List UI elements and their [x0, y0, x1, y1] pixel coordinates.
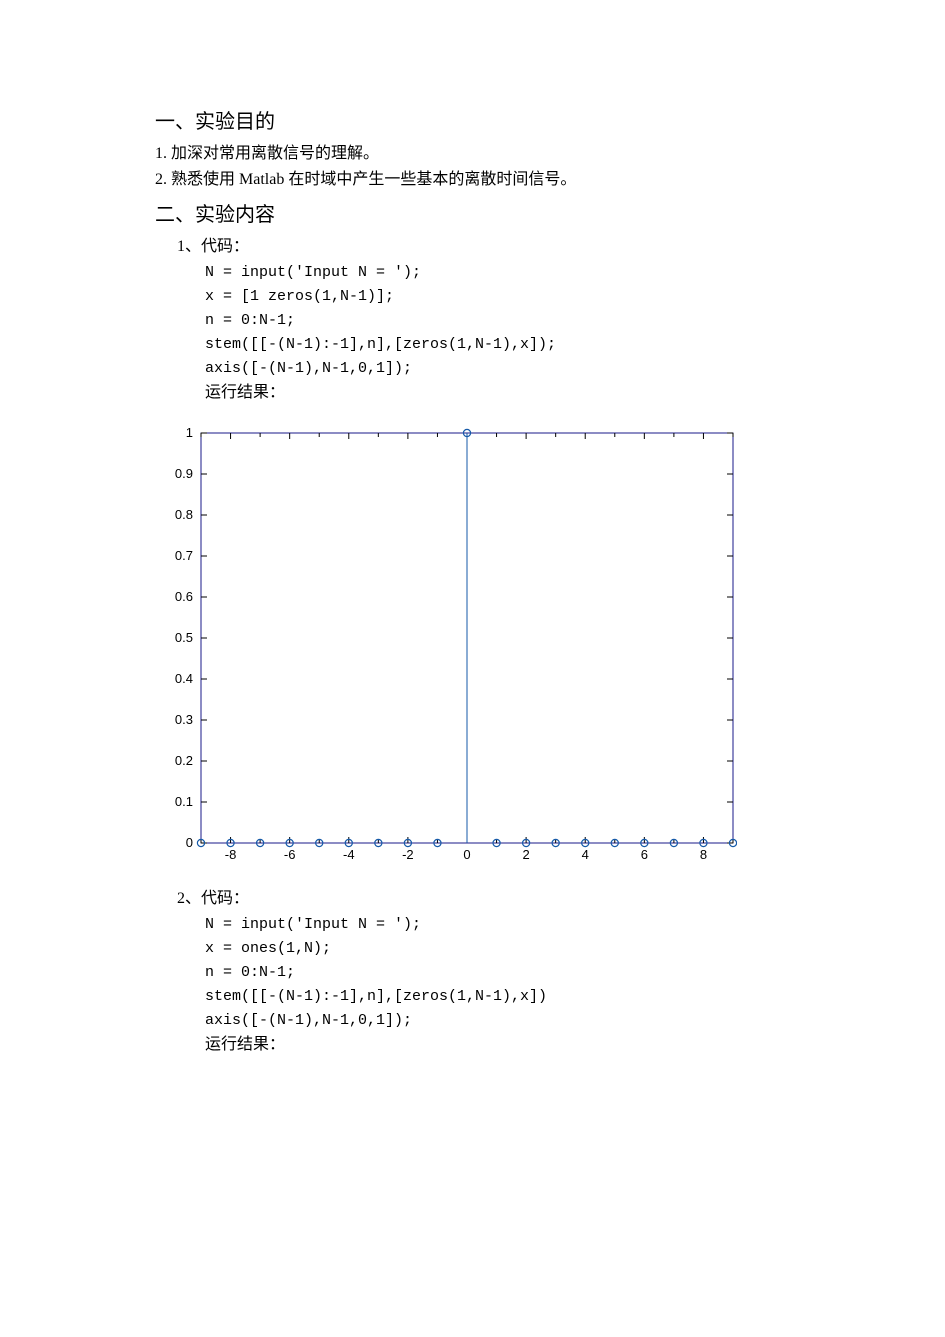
- block1-code-line-2: x = [1 zeros(1,N-1)];: [205, 285, 825, 309]
- stem-chart: 0 0.1 0.2 0.3 0.4 0.5 0.6 0.7 0.8 0.9 1 -8 -6 -4 -2 0 2 4…: [155, 425, 825, 865]
- block1-code-line-3: n = 0:N-1;: [205, 309, 825, 333]
- svg-text:-8: -8: [225, 847, 237, 862]
- svg-text:2: 2: [522, 847, 529, 862]
- block1-code-line-1: N = input('Input N = ');: [205, 261, 825, 285]
- block2-code-line-3: n = 0:N-1;: [205, 961, 825, 985]
- block1-run-label: 运行结果：: [205, 381, 825, 405]
- block2-code-line-1: N = input('Input N = ');: [205, 913, 825, 937]
- svg-text:0.4: 0.4: [175, 671, 193, 686]
- svg-text:0.3: 0.3: [175, 712, 193, 727]
- svg-text:-4: -4: [343, 847, 355, 862]
- svg-text:-6: -6: [284, 847, 296, 862]
- svg-text:0.5: 0.5: [175, 630, 193, 645]
- block1-head: 1、代码：: [177, 235, 825, 259]
- svg-text:8: 8: [700, 847, 707, 862]
- svg-text:4: 4: [582, 847, 589, 862]
- block1-code-line-5: axis([-(N-1),N-1,0,1]);: [205, 357, 825, 381]
- svg-text:6: 6: [641, 847, 648, 862]
- section1-heading: 一、实验目的: [155, 105, 825, 134]
- block2-code-line-5: axis([-(N-1),N-1,0,1]);: [205, 1009, 825, 1033]
- svg-text:0.8: 0.8: [175, 507, 193, 522]
- block2-head: 2、代码：: [177, 887, 825, 911]
- svg-text:-2: -2: [402, 847, 414, 862]
- svg-text:1: 1: [186, 425, 193, 440]
- section1-item-1: 1. 加深对常用离散信号的理解。: [155, 142, 825, 166]
- svg-text:0: 0: [463, 847, 470, 862]
- block2-code-line-2: x = ones(1,N);: [205, 937, 825, 961]
- section1-item-2: 2. 熟悉使用 Matlab 在时域中产生一些基本的离散时间信号。: [155, 168, 825, 192]
- block1-code-line-4: stem([[-(N-1):-1],n],[zeros(1,N-1),x]);: [205, 333, 825, 357]
- svg-text:0.9: 0.9: [175, 466, 193, 481]
- block2-run-label: 运行结果：: [205, 1033, 825, 1057]
- svg-text:0: 0: [186, 835, 193, 850]
- block2-code-line-4: stem([[-(N-1):-1],n],[zeros(1,N-1),x]): [205, 985, 825, 1009]
- svg-text:0.6: 0.6: [175, 589, 193, 604]
- svg-text:0.2: 0.2: [175, 753, 193, 768]
- section2-heading: 二、实验内容: [155, 198, 825, 227]
- svg-text:0.1: 0.1: [175, 794, 193, 809]
- svg-text:0.7: 0.7: [175, 548, 193, 563]
